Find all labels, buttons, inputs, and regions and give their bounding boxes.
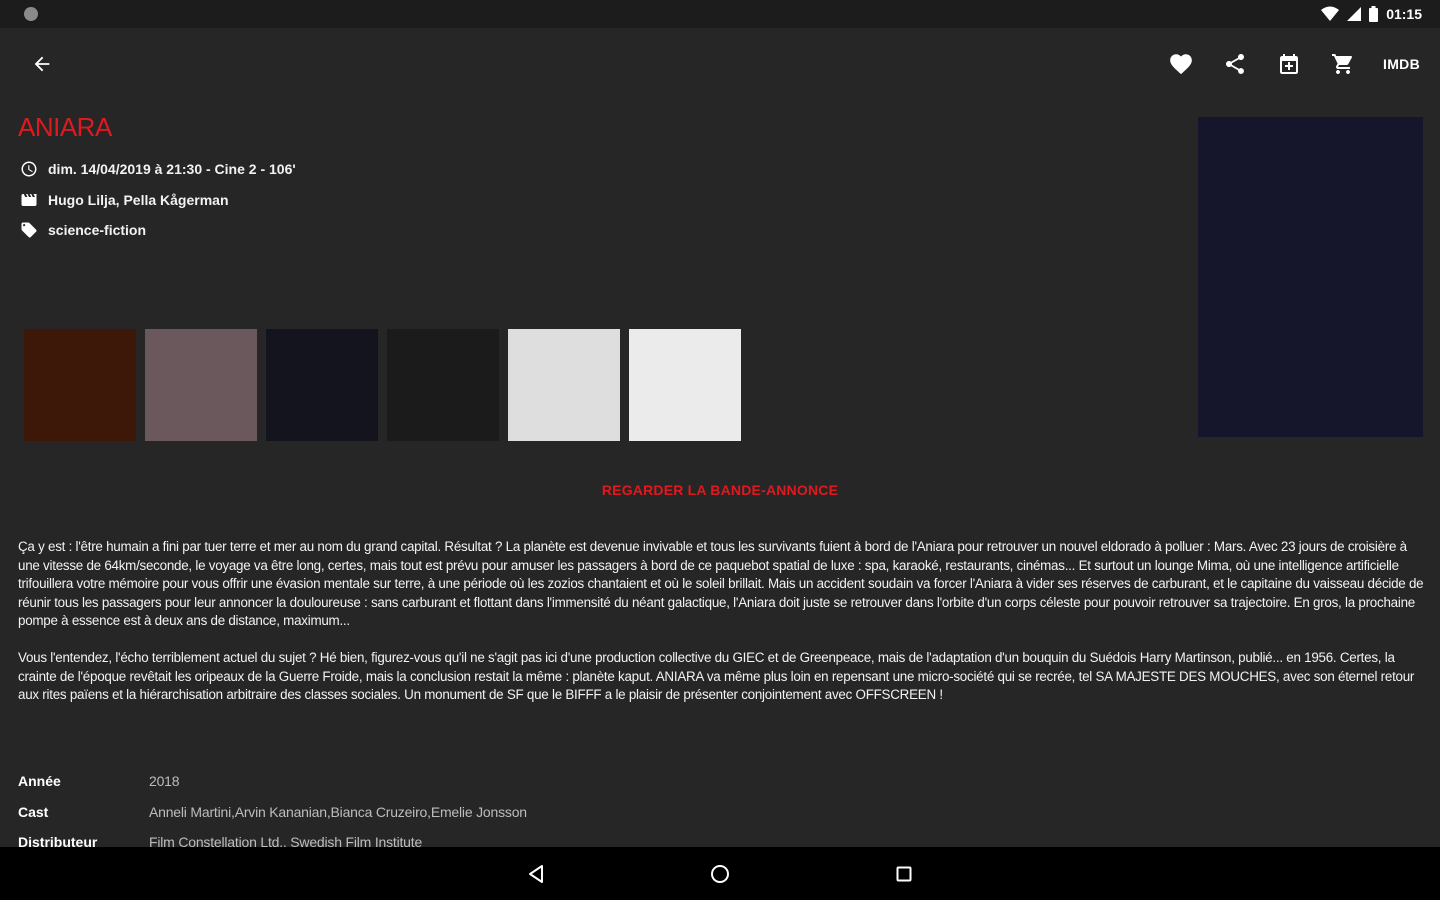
favorite-button[interactable] — [1163, 46, 1199, 82]
back-button[interactable] — [24, 46, 60, 82]
genre-text: science-fiction — [48, 222, 147, 238]
movie-poster[interactable] — [1198, 117, 1423, 437]
movie-title: ANIARA — [18, 112, 112, 142]
screening-text: dim. 14/04/2019 à 21:30 - Cine 2 - 106' — [48, 161, 296, 177]
gallery-thumbnail-3[interactable] — [266, 329, 378, 441]
circle-home-icon — [711, 864, 729, 883]
detail-value: 2018 — [149, 773, 180, 790]
top-app-bar: IMDB — [0, 28, 1440, 100]
detail-row-cast: Cast Anneli Martini,Arvin Kananian,Bianc… — [18, 797, 1018, 828]
movie-clapper-icon — [21, 194, 37, 206]
synopsis: Ça y est : l'être humain a fini par tuer… — [18, 538, 1424, 723]
screening-info: dim. 14/04/2019 à 21:30 - Cine 2 - 106' — [20, 160, 296, 178]
notification-dot-icon — [24, 7, 38, 21]
gallery-thumbnail-1[interactable] — [24, 329, 136, 441]
clock-icon — [21, 161, 37, 177]
calendar-add-icon — [1280, 54, 1299, 74]
system-navigation-bar — [0, 847, 1440, 900]
add-to-calendar-button[interactable] — [1271, 46, 1307, 82]
cart-icon — [1332, 54, 1353, 74]
detail-row-year: Année 2018 — [18, 766, 1018, 797]
wifi-icon — [1321, 6, 1340, 21]
toolbar-actions: IMDB — [1163, 46, 1420, 82]
directors-text: Hugo Lilja, Pella Kågerman — [48, 192, 229, 208]
gallery-thumbnail-5[interactable] — [508, 329, 620, 441]
gallery-thumbnail-2[interactable] — [145, 329, 257, 441]
triangle-back-icon — [529, 864, 543, 883]
signal-icon — [1347, 7, 1362, 21]
synopsis-paragraph-1: Ça y est : l'être humain a fini par tuer… — [18, 539, 1424, 629]
status-indicators: 01:15 — [1321, 6, 1422, 22]
watch-trailer-button[interactable]: REGARDER LA BANDE-ANNONCE — [0, 482, 1440, 498]
status-time: 01:15 — [1386, 6, 1422, 22]
image-gallery — [24, 329, 741, 441]
detail-key: Année — [18, 773, 61, 790]
nav-home-button[interactable] — [702, 856, 738, 892]
nav-recents-button[interactable] — [886, 856, 922, 892]
buy-ticket-button[interactable] — [1325, 46, 1361, 82]
battery-icon — [1369, 6, 1379, 22]
synopsis-paragraph-2: Vous l'entendez, l'écho terriblement act… — [18, 649, 1415, 703]
arrow-back-icon — [34, 56, 50, 72]
genre-info: science-fiction — [20, 221, 146, 239]
detail-value: Anneli Martini,Arvin Kananian,Bianca Cru… — [149, 803, 527, 820]
gallery-thumbnail-4[interactable] — [387, 329, 499, 441]
status-bar: 01:15 — [0, 0, 1440, 28]
movie-details: Année 2018 Cast Anneli Martini,Arvin Kan… — [18, 766, 1018, 858]
tag-icon — [21, 222, 37, 238]
nav-back-button[interactable] — [518, 856, 554, 892]
gallery-thumbnail-6[interactable] — [629, 329, 741, 441]
imdb-button[interactable]: IMDB — [1383, 56, 1420, 72]
heart-icon — [1170, 54, 1192, 75]
share-icon — [1226, 54, 1245, 74]
share-button[interactable] — [1217, 46, 1253, 82]
directors-info: Hugo Lilja, Pella Kågerman — [20, 191, 229, 209]
square-recents-icon — [896, 866, 912, 881]
detail-key: Cast — [18, 803, 49, 820]
